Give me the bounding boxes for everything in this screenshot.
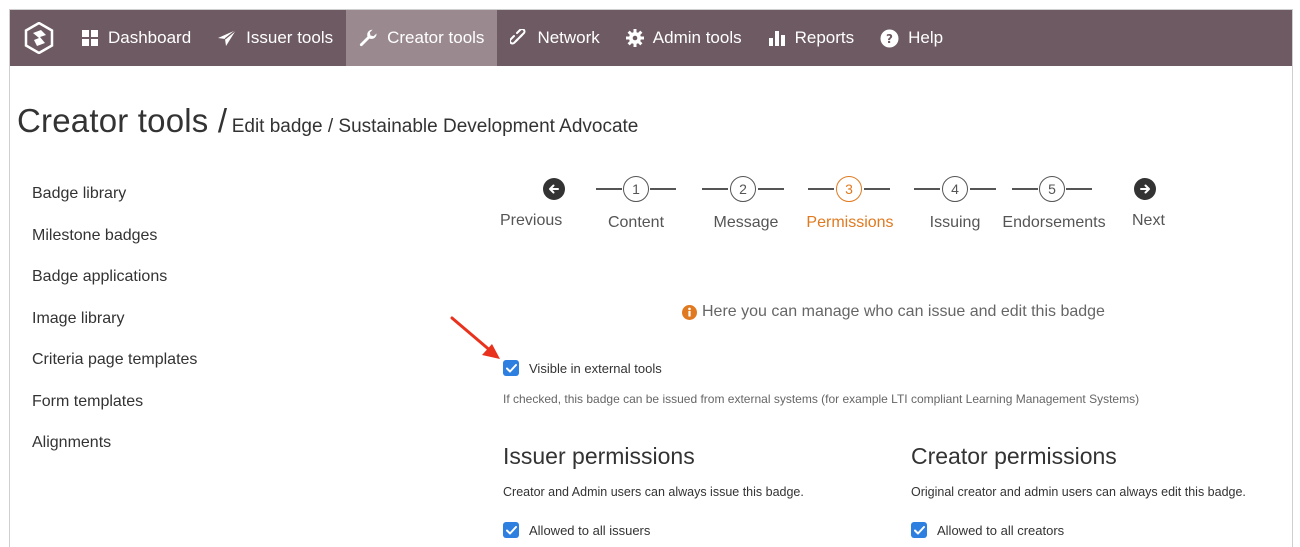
allowed-all-creators-label: Allowed to all creators <box>937 522 1065 538</box>
step-endorsements-label: Endorsements <box>1002 214 1106 231</box>
previous-label: Previous <box>500 212 563 229</box>
step-permissions-label: Permissions <box>806 214 894 231</box>
nav-admin-tools[interactable]: Admin tools <box>613 10 755 66</box>
step-2-circle[interactable]: 2 <box>730 176 756 202</box>
paper-plane-icon <box>218 29 237 46</box>
nav-issuer-tools[interactable]: Issuer tools <box>204 10 346 66</box>
visible-external-help: If checked, this badge can be issued fro… <box>503 392 1140 406</box>
gear-icon <box>625 29 644 47</box>
step-5-circle[interactable]: 5 <box>1039 176 1065 202</box>
nav-creator-tools[interactable]: Creator tools <box>346 10 498 66</box>
page-title: Creator tools / Edit badge / Sustainable… <box>17 102 638 140</box>
step-connector <box>650 188 676 190</box>
grid-icon <box>82 30 98 46</box>
nav-network[interactable]: Network <box>497 10 612 66</box>
app-logo[interactable] <box>10 10 68 66</box>
step-connector <box>1012 188 1038 190</box>
sidebar-item-badge-applications[interactable]: Badge applications <box>32 263 197 305</box>
previous-button[interactable]: Previous <box>490 174 580 244</box>
step-connector <box>702 188 728 190</box>
checkmark-icon <box>913 525 925 534</box>
step-3-circle[interactable]: 3 <box>836 176 862 202</box>
step-connector <box>914 188 940 190</box>
nav-dashboard[interactable]: Dashboard <box>68 10 204 66</box>
nav-dashboard-label: Dashboard <box>108 28 192 47</box>
nav-reports-label: Reports <box>794 28 855 47</box>
sidebar: Badge library Milestone badges Badge app… <box>32 180 197 471</box>
question-circle-icon: ? <box>880 29 899 47</box>
link-icon <box>510 29 526 45</box>
svg-text:?: ? <box>886 32 893 46</box>
checkmark-icon <box>505 525 517 534</box>
allowed-all-issuers-row: Allowed to all issuers <box>503 522 650 538</box>
next-label: Next <box>1132 212 1165 229</box>
page-title-breadcrumb: Edit badge / Sustainable Development Adv… <box>231 116 639 137</box>
wizard-stepper: Previous 1 Content 2 Message 3 Permissio… <box>490 174 1190 244</box>
logo-icon <box>24 22 54 54</box>
sidebar-item-criteria-page-templates[interactable]: Criteria page templates <box>32 346 197 388</box>
step-endorsements[interactable]: Endorsements <box>1002 214 1106 232</box>
sidebar-item-form-templates[interactable]: Form templates <box>32 388 197 430</box>
sidebar-item-alignments[interactable]: Alignments <box>32 429 197 471</box>
step-4-circle[interactable]: 4 <box>942 176 968 202</box>
nav-creator-tools-label: Creator tools <box>387 28 485 47</box>
creator-permissions-heading: Creator permissions <box>911 443 1117 469</box>
arrow-right-icon <box>1134 178 1156 200</box>
issuer-permissions-heading: Issuer permissions <box>503 443 695 469</box>
step-connector <box>758 188 784 190</box>
page-title-main: Creator tools / <box>17 102 228 139</box>
allowed-all-issuers-label: Allowed to all issuers <box>529 522 651 538</box>
visible-external-checkbox[interactable] <box>503 360 519 376</box>
info-icon <box>682 304 697 320</box>
allowed-all-creators-row: Allowed to all creators <box>911 522 1064 538</box>
nav-reports[interactable]: Reports <box>755 10 868 66</box>
step-content[interactable]: Content <box>602 214 670 232</box>
step-connector <box>864 188 890 190</box>
step-message-label: Message <box>713 214 779 231</box>
step-connector <box>1066 188 1092 190</box>
step-1-circle[interactable]: 1 <box>623 176 649 202</box>
visible-external-label: Visible in external tools <box>529 360 662 376</box>
allowed-all-creators-checkbox[interactable] <box>911 522 927 538</box>
allowed-all-issuers-checkbox[interactable] <box>503 522 519 538</box>
info-message: Here you can manage who can issue and ed… <box>682 303 1105 321</box>
issuer-permissions-desc: Creator and Admin users can always issue… <box>503 485 804 499</box>
nav-admin-tools-label: Admin tools <box>652 28 742 47</box>
nav-help-label: Help <box>908 28 944 47</box>
sidebar-item-image-library[interactable]: Image library <box>32 305 197 347</box>
arrow-left-icon <box>543 178 565 200</box>
sidebar-item-badge-library[interactable]: Badge library <box>32 180 197 222</box>
bar-chart-icon <box>768 31 785 46</box>
info-text: Here you can manage who can issue and ed… <box>702 303 1105 320</box>
nav-help[interactable]: ? Help <box>867 10 956 66</box>
annotation-arrow-icon <box>450 316 500 359</box>
nav-issuer-tools-label: Issuer tools <box>246 28 334 47</box>
step-connector <box>596 188 622 190</box>
step-message[interactable]: Message <box>708 214 784 232</box>
step-permissions[interactable]: Permissions <box>802 214 898 232</box>
step-issuing-label: Issuing <box>929 214 981 231</box>
next-button[interactable]: Next <box>1120 174 1180 244</box>
top-navigation: Dashboard Issuer tools Creator tools Net… <box>10 10 1292 66</box>
visible-external-row: Visible in external tools <box>503 360 662 376</box>
step-connector <box>970 188 996 190</box>
step-content-label: Content <box>607 214 665 231</box>
nav-network-label: Network <box>537 28 600 47</box>
sidebar-item-milestone-badges[interactable]: Milestone badges <box>32 222 197 264</box>
step-connector <box>808 188 834 190</box>
wrench-icon <box>359 29 377 46</box>
step-issuing[interactable]: Issuing <box>918 214 992 232</box>
creator-permissions-desc: Original creator and admin users can alw… <box>911 485 1246 499</box>
checkmark-icon <box>505 363 517 372</box>
